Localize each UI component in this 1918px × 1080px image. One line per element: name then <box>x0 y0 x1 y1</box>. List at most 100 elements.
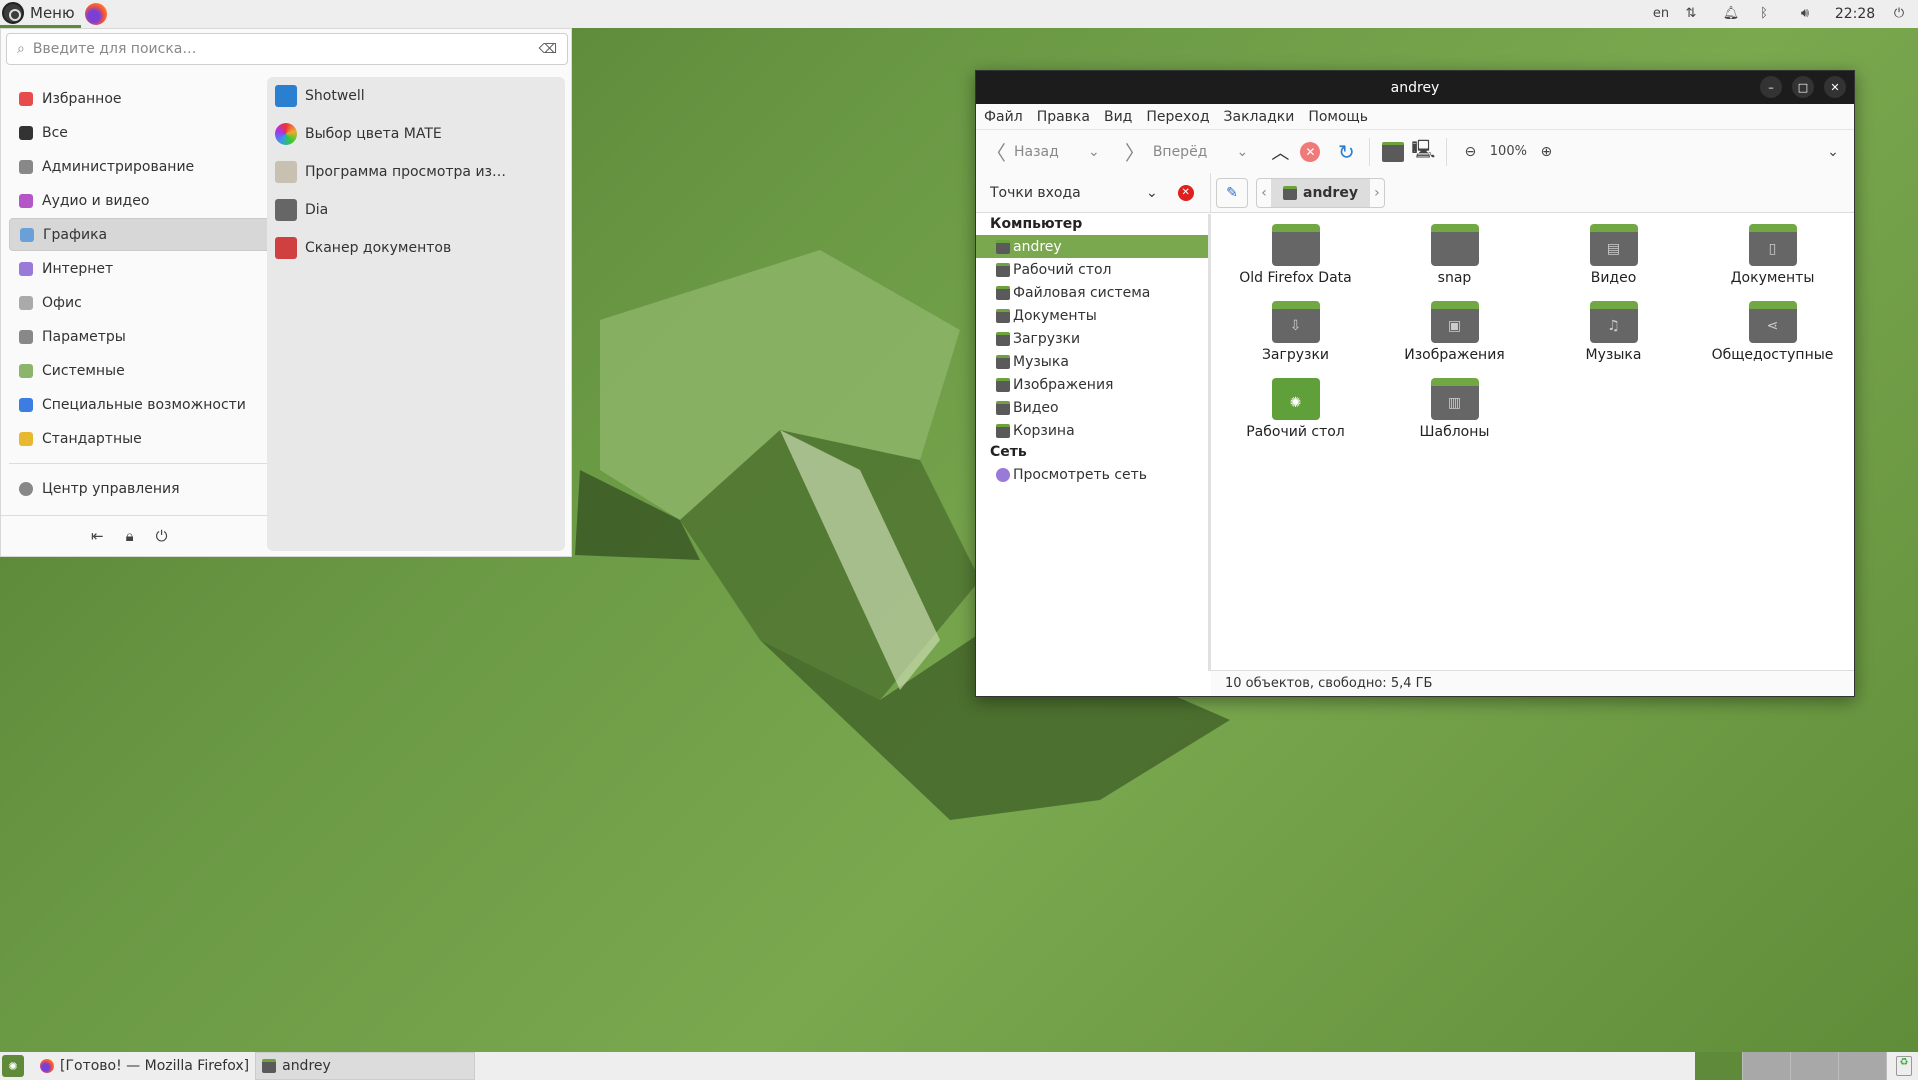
shutdown-icon[interactable]: ⏻ <box>156 527 168 545</box>
forward-history-dropdown[interactable]: ⌄ <box>1227 137 1257 167</box>
maximize-button[interactable]: □ <box>1792 76 1814 98</box>
clear-search-icon[interactable]: ⌫ <box>539 42 557 57</box>
status-bar: 10 объектов, свободно: 5,4 ГБ <box>1211 670 1854 696</box>
file-item[interactable]: ▥ Шаблоны <box>1375 378 1534 455</box>
folder-icon: ▯ <box>1748 224 1797 266</box>
home-folder-button[interactable] <box>1378 137 1408 167</box>
application-list: Shotwell Выбор цвета MATE Программа прос… <box>267 77 565 551</box>
sidebar-item[interactable]: Изображения <box>976 373 1208 396</box>
menu-go[interactable]: Переход <box>1146 109 1209 125</box>
path-scroll-right[interactable]: › <box>1370 185 1384 201</box>
category-office[interactable]: Офис <box>9 286 275 319</box>
accessories-icon <box>19 431 33 446</box>
network-icon[interactable]: ⇅ <box>1676 0 1706 28</box>
category-accessories[interactable]: Стандартные <box>9 422 275 455</box>
reload-button[interactable]: ↻ <box>1331 137 1361 167</box>
workspace-4[interactable] <box>1839 1052 1887 1080</box>
toolbar-overflow-button[interactable]: ⌄ <box>1818 137 1848 167</box>
app-dia[interactable]: Dia <box>267 191 565 229</box>
file-item[interactable]: ⇩ Загрузки <box>1216 301 1375 378</box>
category-audio-video[interactable]: Аудио и видео <box>9 184 275 217</box>
logout-icon[interactable]: ⇤ <box>91 527 104 545</box>
sidebar-item[interactable]: Файловая система <box>976 281 1208 304</box>
category-graphics[interactable]: Графика <box>9 218 275 251</box>
category-administration[interactable]: Администрирование <box>9 150 275 183</box>
path-button-andrey[interactable]: andrey <box>1271 178 1370 207</box>
back-history-dropdown[interactable]: ⌄ <box>1079 137 1109 167</box>
power-icon[interactable]: ⏻ <box>1884 0 1914 28</box>
category-preferences[interactable]: Параметры <box>9 320 275 353</box>
image-viewer-icon <box>275 161 297 183</box>
close-side-pane-button[interactable]: ✕ <box>1177 184 1194 201</box>
close-button[interactable]: ✕ <box>1824 76 1846 98</box>
category-all[interactable]: Все <box>9 116 275 149</box>
lock-icon[interactable]: 🔒︎ <box>126 527 134 545</box>
sidebar-item[interactable]: andrey <box>976 235 1208 258</box>
title-bar[interactable]: andrey – □ ✕ <box>976 71 1854 104</box>
zoom-in-button[interactable]: ⊕ <box>1531 137 1561 167</box>
folder-icon: ⇩ <box>1271 301 1320 343</box>
side-pane-selector[interactable]: Точки входа ⌄ ✕ <box>976 172 1211 213</box>
app-shotwell[interactable]: Shotwell <box>267 77 565 115</box>
file-item[interactable]: ▣ Изображения <box>1375 301 1534 378</box>
folder-icon <box>996 400 1010 415</box>
sidebar-item[interactable]: Рабочий стол <box>976 258 1208 281</box>
workspace-2[interactable] <box>1743 1052 1791 1080</box>
bluetooth-icon[interactable]: ᛒ <box>1750 0 1778 28</box>
file-item[interactable]: snap <box>1375 224 1534 301</box>
firefox-launcher-icon[interactable] <box>84 3 107 25</box>
workspace-1[interactable] <box>1695 1052 1743 1080</box>
zoom-out-button[interactable]: ⊖ <box>1455 137 1485 167</box>
category-favorites[interactable]: Избранное <box>9 82 275 115</box>
sidebar-item[interactable]: Загрузки <box>976 327 1208 350</box>
path-scroll-left[interactable]: ‹ <box>1257 185 1271 201</box>
minimize-button[interactable]: – <box>1760 76 1782 98</box>
sidebar-item[interactable]: Видео <box>976 396 1208 419</box>
main-menu-button[interactable]: Меню <box>0 0 81 28</box>
app-color-picker[interactable]: Выбор цвета MATE <box>267 115 565 153</box>
file-item[interactable]: ▤ Видео <box>1534 224 1693 301</box>
menu-edit[interactable]: Правка <box>1037 109 1090 125</box>
zoom-level[interactable]: 100% <box>1485 137 1531 167</box>
sidebar-header-network: Сеть <box>990 444 1027 460</box>
clock[interactable]: 22:28 <box>1826 0 1884 28</box>
sidebar-item[interactable]: Музыка <box>976 350 1208 373</box>
stop-button[interactable]: ✕ <box>1295 137 1325 167</box>
file-item[interactable]: ♫ Музыка <box>1534 301 1693 378</box>
trash-icon[interactable]: ♻ <box>1896 1056 1912 1076</box>
control-center-item[interactable]: Центр управления <box>9 472 275 505</box>
category-internet[interactable]: Интернет <box>9 252 275 285</box>
file-item[interactable]: Old Firefox Data <box>1216 224 1375 301</box>
settings-icon <box>19 159 33 174</box>
category-system[interactable]: Системные <box>9 354 275 387</box>
show-desktop-button[interactable]: ✺ <box>2 1055 24 1077</box>
search-placeholder: Введите для поиска… <box>32 41 197 57</box>
taskbar-firefox[interactable]: [Готово! — Mozilla Firefox] <box>34 1052 255 1080</box>
computer-button[interactable]: 🖳︎ <box>1408 137 1438 167</box>
menu-view[interactable]: Вид <box>1104 109 1132 125</box>
menu-bookmarks[interactable]: Закладки <box>1224 109 1295 125</box>
menu-help[interactable]: Помощь <box>1308 109 1368 125</box>
app-image-viewer[interactable]: Программа просмотра из… <box>267 153 565 191</box>
sidebar-item[interactable]: Корзина <box>976 419 1208 442</box>
taskbar-file-manager[interactable]: andrey <box>255 1052 476 1080</box>
menu-file[interactable]: Файл <box>984 109 1023 125</box>
menu-search-input[interactable]: ⌕ Введите для поиска… ⌫ <box>6 33 568 65</box>
folder-icon <box>1430 224 1479 266</box>
app-document-scanner[interactable]: Сканер документов <box>267 229 565 267</box>
workspace-3[interactable] <box>1791 1052 1839 1080</box>
file-item[interactable]: ⋖ Общедоступные <box>1693 301 1852 378</box>
category-accessibility[interactable]: Специальные возможности <box>9 388 275 421</box>
file-item[interactable]: ✺ Рабочий стол <box>1216 378 1375 455</box>
edit-location-button[interactable]: ✎ <box>1216 177 1248 208</box>
back-button[interactable]: 〈 Назад <box>986 137 1059 167</box>
file-item[interactable]: ▯ Документы <box>1693 224 1852 301</box>
notifications-icon[interactable]: 🔔︎ <box>1716 0 1746 28</box>
sidebar-item-browse-network[interactable]: Просмотреть сеть <box>976 463 1208 486</box>
keyboard-layout[interactable]: en <box>1646 0 1676 28</box>
firefox-icon <box>40 1059 54 1073</box>
up-button[interactable]: ︿ <box>1265 137 1295 167</box>
volume-icon[interactable]: 🔊︎ <box>1790 0 1820 28</box>
sidebar-item[interactable]: Документы <box>976 304 1208 327</box>
forward-button[interactable]: 〉 Вперёд <box>1125 137 1208 167</box>
